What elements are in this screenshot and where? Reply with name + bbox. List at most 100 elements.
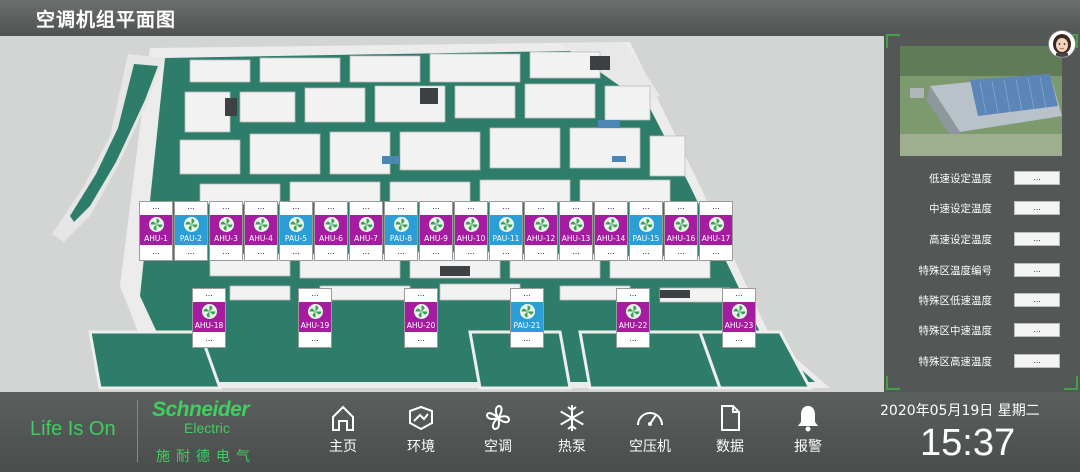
unit-card[interactable]: ... AHU-12 ... xyxy=(524,201,558,261)
current-time: 15:37 xyxy=(920,422,1016,464)
fan-icon xyxy=(394,217,409,232)
unit-bottom-value: ... xyxy=(432,247,440,256)
unit-bottom-value: ... xyxy=(397,247,405,256)
unit-top-value: ... xyxy=(467,202,475,211)
brand-name: Schneider xyxy=(152,398,250,421)
unit-top-value: ... xyxy=(187,202,195,211)
unit-card[interactable]: ... PAU-21 ... xyxy=(510,288,544,348)
footer-bar: Life Is On Schneider Electric 施耐德电气 主页 环… xyxy=(0,392,1080,472)
fan-icon xyxy=(254,217,269,232)
unit-body: AHU-22 xyxy=(617,302,649,332)
unit-bottom-value: ... xyxy=(187,247,195,256)
unit-top-value: ... xyxy=(362,202,370,211)
unit-bottom-value: ... xyxy=(292,247,300,256)
user-avatar[interactable] xyxy=(1048,30,1076,58)
unit-card[interactable]: ... AHU-20 ... xyxy=(404,288,438,348)
unit-bottom-value: ... xyxy=(537,247,545,256)
unit-top-value: ... xyxy=(572,202,580,211)
unit-top-value: ... xyxy=(417,289,425,298)
unit-name: AHU-12 xyxy=(526,234,556,243)
unit-card[interactable]: ... AHU-6 ... xyxy=(314,201,348,261)
unit-bottom-value: ... xyxy=(677,247,685,256)
nav-label: 环境 xyxy=(407,439,435,455)
param-value-special-zone-id[interactable]: ... xyxy=(1014,263,1060,277)
param-value-high-speed[interactable]: ... xyxy=(1014,232,1060,246)
unit-body: AHU-4 xyxy=(245,215,277,245)
unit-top-value: ... xyxy=(629,289,637,298)
fan-icon xyxy=(534,217,549,232)
unit-bottom-value: ... xyxy=(205,334,213,343)
fan-icon xyxy=(626,304,641,319)
panel-corner xyxy=(886,34,900,48)
unit-name: PAU-8 xyxy=(389,234,413,243)
param-value-low-speed[interactable]: ... xyxy=(1014,171,1060,185)
unit-bottom-value: ... xyxy=(362,247,370,256)
building-thumbnail[interactable] xyxy=(900,46,1062,156)
unit-bottom-value: ... xyxy=(417,334,425,343)
param-value-special-mid[interactable]: ... xyxy=(1014,323,1060,337)
unit-top-value: ... xyxy=(152,202,160,211)
unit-card[interactable]: ... PAU-8 ... xyxy=(384,201,418,261)
unit-bottom-value: ... xyxy=(467,247,475,256)
unit-card[interactable]: ... AHU-22 ... xyxy=(616,288,650,348)
unit-bottom-value: ... xyxy=(222,247,230,256)
fan-icon xyxy=(464,217,479,232)
fan-icon xyxy=(219,217,234,232)
unit-card[interactable]: ... PAU-15 ... xyxy=(629,201,663,261)
unit-name: AHU-1 xyxy=(144,234,168,243)
unit-card[interactable]: ... AHU-18 ... xyxy=(192,288,226,348)
unit-card[interactable]: ... AHU-10 ... xyxy=(454,201,488,261)
param-value-special-high[interactable]: ... xyxy=(1014,354,1060,368)
fan-icon xyxy=(289,217,304,232)
fan-icon xyxy=(149,217,164,232)
unit-card[interactable]: ... AHU-14 ... xyxy=(594,201,628,261)
unit-name: AHU-16 xyxy=(666,234,696,243)
nav-environment[interactable]: 环境 xyxy=(391,400,451,466)
unit-card[interactable]: ... AHU-9 ... xyxy=(419,201,453,261)
unit-name: AHU-10 xyxy=(456,234,486,243)
header-bar: 空调机组平面图 xyxy=(0,0,1080,36)
unit-card[interactable]: ... PAU-2 ... xyxy=(174,201,208,261)
param-value-special-low[interactable]: ... xyxy=(1014,293,1060,307)
unit-card[interactable]: ... AHU-7 ... xyxy=(349,201,383,261)
environment-icon xyxy=(391,403,451,433)
unit-card[interactable]: ... AHU-1 ... xyxy=(139,201,173,261)
nav-heat-pump[interactable]: 热泵 xyxy=(542,400,602,466)
nav-home[interactable]: 主页 xyxy=(313,400,373,466)
unit-top-value: ... xyxy=(712,202,720,211)
unit-name: AHU-20 xyxy=(406,321,436,330)
unit-bottom-value: ... xyxy=(502,247,510,256)
unit-card[interactable]: ... AHU-17 ... xyxy=(699,201,733,261)
unit-card[interactable]: ... AHU-16 ... xyxy=(664,201,698,261)
nav-alarm[interactable]: 报警 xyxy=(778,400,838,466)
unit-name: AHU-22 xyxy=(618,321,648,330)
unit-card[interactable]: ... AHU-19 ... xyxy=(298,288,332,348)
nav-label: 报警 xyxy=(794,439,822,455)
unit-bottom-value: ... xyxy=(607,247,615,256)
fan-icon xyxy=(202,304,217,319)
unit-name: AHU-13 xyxy=(561,234,591,243)
unit-body: AHU-6 xyxy=(315,215,347,245)
unit-name: AHU-4 xyxy=(249,234,273,243)
unit-body: AHU-16 xyxy=(665,215,697,245)
unit-card[interactable]: ... AHU-13 ... xyxy=(559,201,593,261)
unit-card[interactable]: ... PAU-5 ... xyxy=(279,201,313,261)
unit-card[interactable]: ... AHU-3 ... xyxy=(209,201,243,261)
unit-top-value: ... xyxy=(222,202,230,211)
unit-card[interactable]: ... AHU-23 ... xyxy=(722,288,756,348)
fan-icon xyxy=(604,217,619,232)
fan-icon xyxy=(499,217,514,232)
unit-card[interactable]: ... AHU-4 ... xyxy=(244,201,278,261)
nav-air-conditioning[interactable]: 空调 xyxy=(468,400,528,466)
unit-top-value: ... xyxy=(523,289,531,298)
nav-air-compressor[interactable]: 空压机 xyxy=(620,400,680,466)
param-value-mid-speed[interactable]: ... xyxy=(1014,201,1060,215)
unit-top-value: ... xyxy=(327,202,335,211)
current-date: 2020年05月19日 星期二 xyxy=(880,403,1040,419)
nav-label: 空调 xyxy=(484,439,512,455)
nav-data[interactable]: 数据 xyxy=(700,400,760,466)
document-icon xyxy=(700,403,760,433)
unit-bottom-value: ... xyxy=(642,247,650,256)
unit-card[interactable]: ... PAU-11 ... xyxy=(489,201,523,261)
snowflake-icon xyxy=(542,403,602,433)
